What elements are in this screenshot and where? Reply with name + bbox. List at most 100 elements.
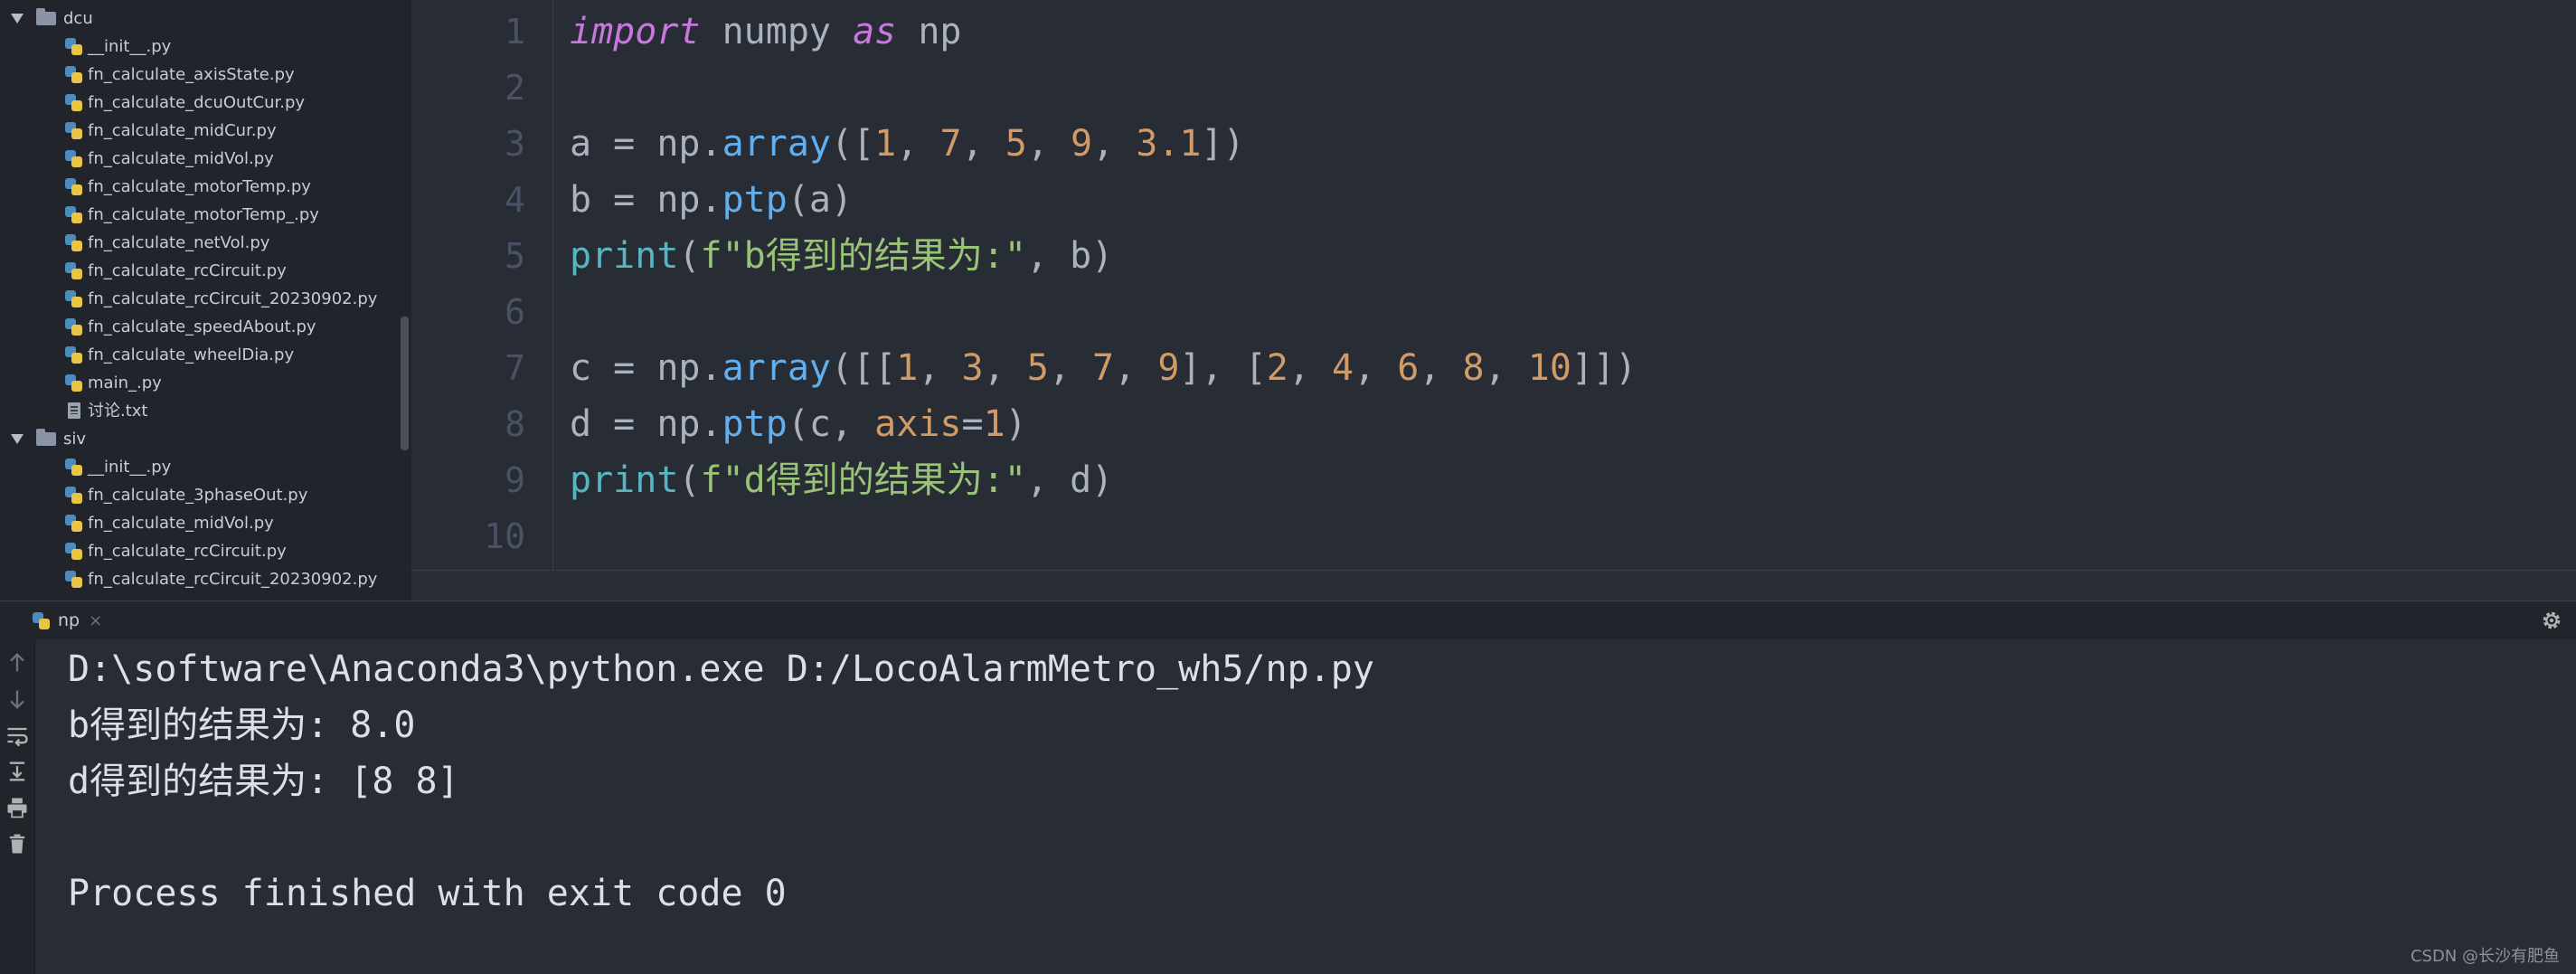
number-literal: 1 [983,403,1005,445]
tree-file[interactable]: fn_calculate_3phaseOut.py [0,481,398,509]
line-number: 1 [505,12,525,52]
number-literal: 3 [961,347,984,389]
file-label: fn_calculate_rcCircuit.py [88,261,287,280]
code-token: ([ [831,123,875,165]
tree-file[interactable]: fn_calculate_axisState.py [0,61,398,89]
arrow-down-icon[interactable] [5,686,30,712]
line-number: 7 [505,348,525,388]
code-token: , [918,347,962,389]
number-literal: 1 [896,347,919,389]
number-literal: 5 [1026,347,1049,389]
project-tree: dcu __init__.py fn_calculate_axisState.p… [0,0,411,600]
print-icon[interactable] [5,795,30,820]
string-literal: f"b得到的结果为:" [700,235,1026,277]
python-file-icon [65,94,83,112]
code-line-5[interactable]: print(f"b得到的结果为:", b) [570,228,1113,284]
code-token: = [961,403,984,445]
tree-folder-dcu[interactable]: dcu [0,5,398,33]
file-label: main_.py [88,374,162,392]
tree-file[interactable]: fn_calculate_rcCircuit.py [0,537,398,565]
close-icon[interactable]: × [89,611,102,630]
run-tab-np[interactable]: np × [25,605,113,636]
code-token: d = np. [570,403,722,445]
tree-scrollbar[interactable] [401,317,409,450]
file-label: fn_calculate_motorTemp_.py [88,205,319,224]
code-token: ( [678,235,701,277]
string-literal: f"d得到的结果为:" [700,459,1026,501]
gear-icon[interactable] [2540,609,2563,632]
tree-file[interactable]: fn_calculate_speedAbout.py [0,313,398,341]
tree-file[interactable]: fn_calculate_rcCircuit_20230902.py [0,565,398,593]
code-token: , d) [1025,459,1114,501]
tree-file[interactable]: fn_calculate_midVol.py [0,145,398,173]
function-call: ptp [722,403,788,445]
file-label: fn_calculate_speedAbout.py [88,317,316,336]
python-file-icon [65,262,83,280]
code-token: , [896,123,940,165]
code-token: , [1354,347,1398,389]
number-literal: 9 [1157,347,1180,389]
code-line-9[interactable]: print(f"d得到的结果为:", d) [570,452,1113,508]
tree-file[interactable]: fn_calculate_motorTemp_.py [0,201,398,229]
tree-folder-siv[interactable]: siv [0,425,398,453]
python-file-icon [65,66,83,84]
code-token: b = np. [570,179,722,221]
tree-file[interactable]: fn_calculate_midCur.py [0,117,398,145]
run-tab-label: np [58,610,80,630]
python-file-icon [65,487,83,505]
line-number: 5 [505,236,525,276]
code-token: , [1114,347,1158,389]
tree-file[interactable]: fn_calculate_netVol.py [0,229,398,257]
python-file-icon [65,374,83,392]
trash-icon[interactable] [5,831,30,856]
tree-file[interactable]: __init__.py [0,453,398,481]
triangle-down-icon[interactable] [11,434,24,444]
code-token: np [896,11,962,52]
code-token: , [961,123,1005,165]
run-console[interactable]: D:\software\Anaconda3\python.exe D:/Loco… [35,639,2576,974]
triangle-down-icon[interactable] [11,14,24,24]
code-line-4[interactable]: b = np.ptp(a) [570,172,853,228]
tree-file[interactable]: fn_calculate_wheelDia.py [0,341,398,369]
code-line-3[interactable]: a = np.array([1, 7, 5, 9, 3.1]) [570,116,1245,172]
folder-label: dcu [63,9,93,28]
console-line: b得到的结果为: 8.0 [68,704,416,746]
code-token: , [983,347,1027,389]
tree-file[interactable]: fn_calculate_motorTemp.py [0,173,398,201]
code-token: c = np. [570,347,722,389]
file-label: fn_calculate_rcCircuit.py [88,542,287,561]
line-number: 6 [505,292,525,332]
line-number: 10 [484,516,525,556]
folder-label: siv [63,430,87,449]
function-call: array [722,347,831,389]
python-file-icon [33,611,51,630]
tree-file[interactable]: __init__.py [0,33,398,61]
code-token: ], [ [1179,347,1267,389]
code-line-1[interactable]: import numpy as np [570,4,962,60]
tree-file[interactable]: main_.py [0,369,398,397]
tree-file[interactable]: 讨论.txt [0,397,398,425]
code-line-8[interactable]: d = np.ptp(c, axis=1) [570,396,1027,452]
tree-file[interactable]: fn_calculate_dcuOutCur.py [0,89,398,117]
python-file-icon [65,571,83,589]
code-editor[interactable]: 1 2 3 4 5 6 7 8 9 10 import numpy as np … [411,0,2576,571]
keyword-as: as [853,11,897,52]
file-label: __init__.py [88,458,172,477]
soft-wrap-icon[interactable] [5,723,30,748]
code-token: ([[ [831,347,897,389]
arrow-up-icon[interactable] [5,650,30,676]
code-line-7[interactable]: c = np.array([[1, 3, 5, 7, 9], [2, 4, 6,… [570,340,1637,396]
file-label: fn_calculate_netVol.py [88,233,270,252]
python-file-icon [65,38,83,56]
tree-file[interactable]: fn_calculate_rcCircuit_20230902.py [0,285,398,313]
run-side-toolbar [0,639,35,974]
scroll-to-end-icon[interactable] [5,759,30,784]
file-label: fn_calculate_midVol.py [88,149,274,168]
number-literal: 9 [1070,123,1093,165]
watermark: CSDN @长沙有肥鱼 [2410,947,2560,966]
code-token: , [1092,123,1137,165]
code-token: , [1484,347,1528,389]
tree-file[interactable]: fn_calculate_midVol.py [0,509,398,537]
number-literal: 6 [1397,347,1420,389]
tree-file[interactable]: fn_calculate_rcCircuit.py [0,257,398,285]
